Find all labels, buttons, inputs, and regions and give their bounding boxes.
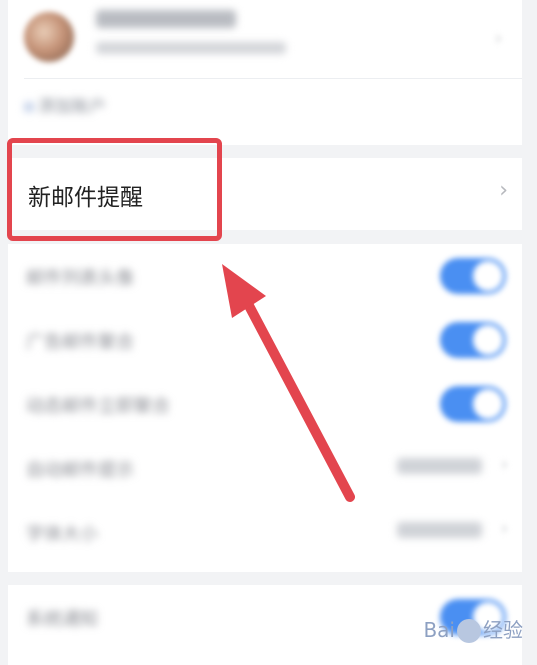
watermark-brand-left: Bai [423,617,455,642]
arrow-shaft [241,295,355,502]
baidu-paw-icon [457,619,481,643]
watermark: Bai 经验 [423,614,523,643]
annotation-arrow [222,264,355,502]
arrow-head [222,264,266,318]
watermark-brand-right: 经验 [483,617,523,642]
mail-settings-screen: › 添加账户 新邮件提醒 › 邮件列表头像 广告邮件聚合 动态邮件立即聚合 自动… [0,0,537,665]
